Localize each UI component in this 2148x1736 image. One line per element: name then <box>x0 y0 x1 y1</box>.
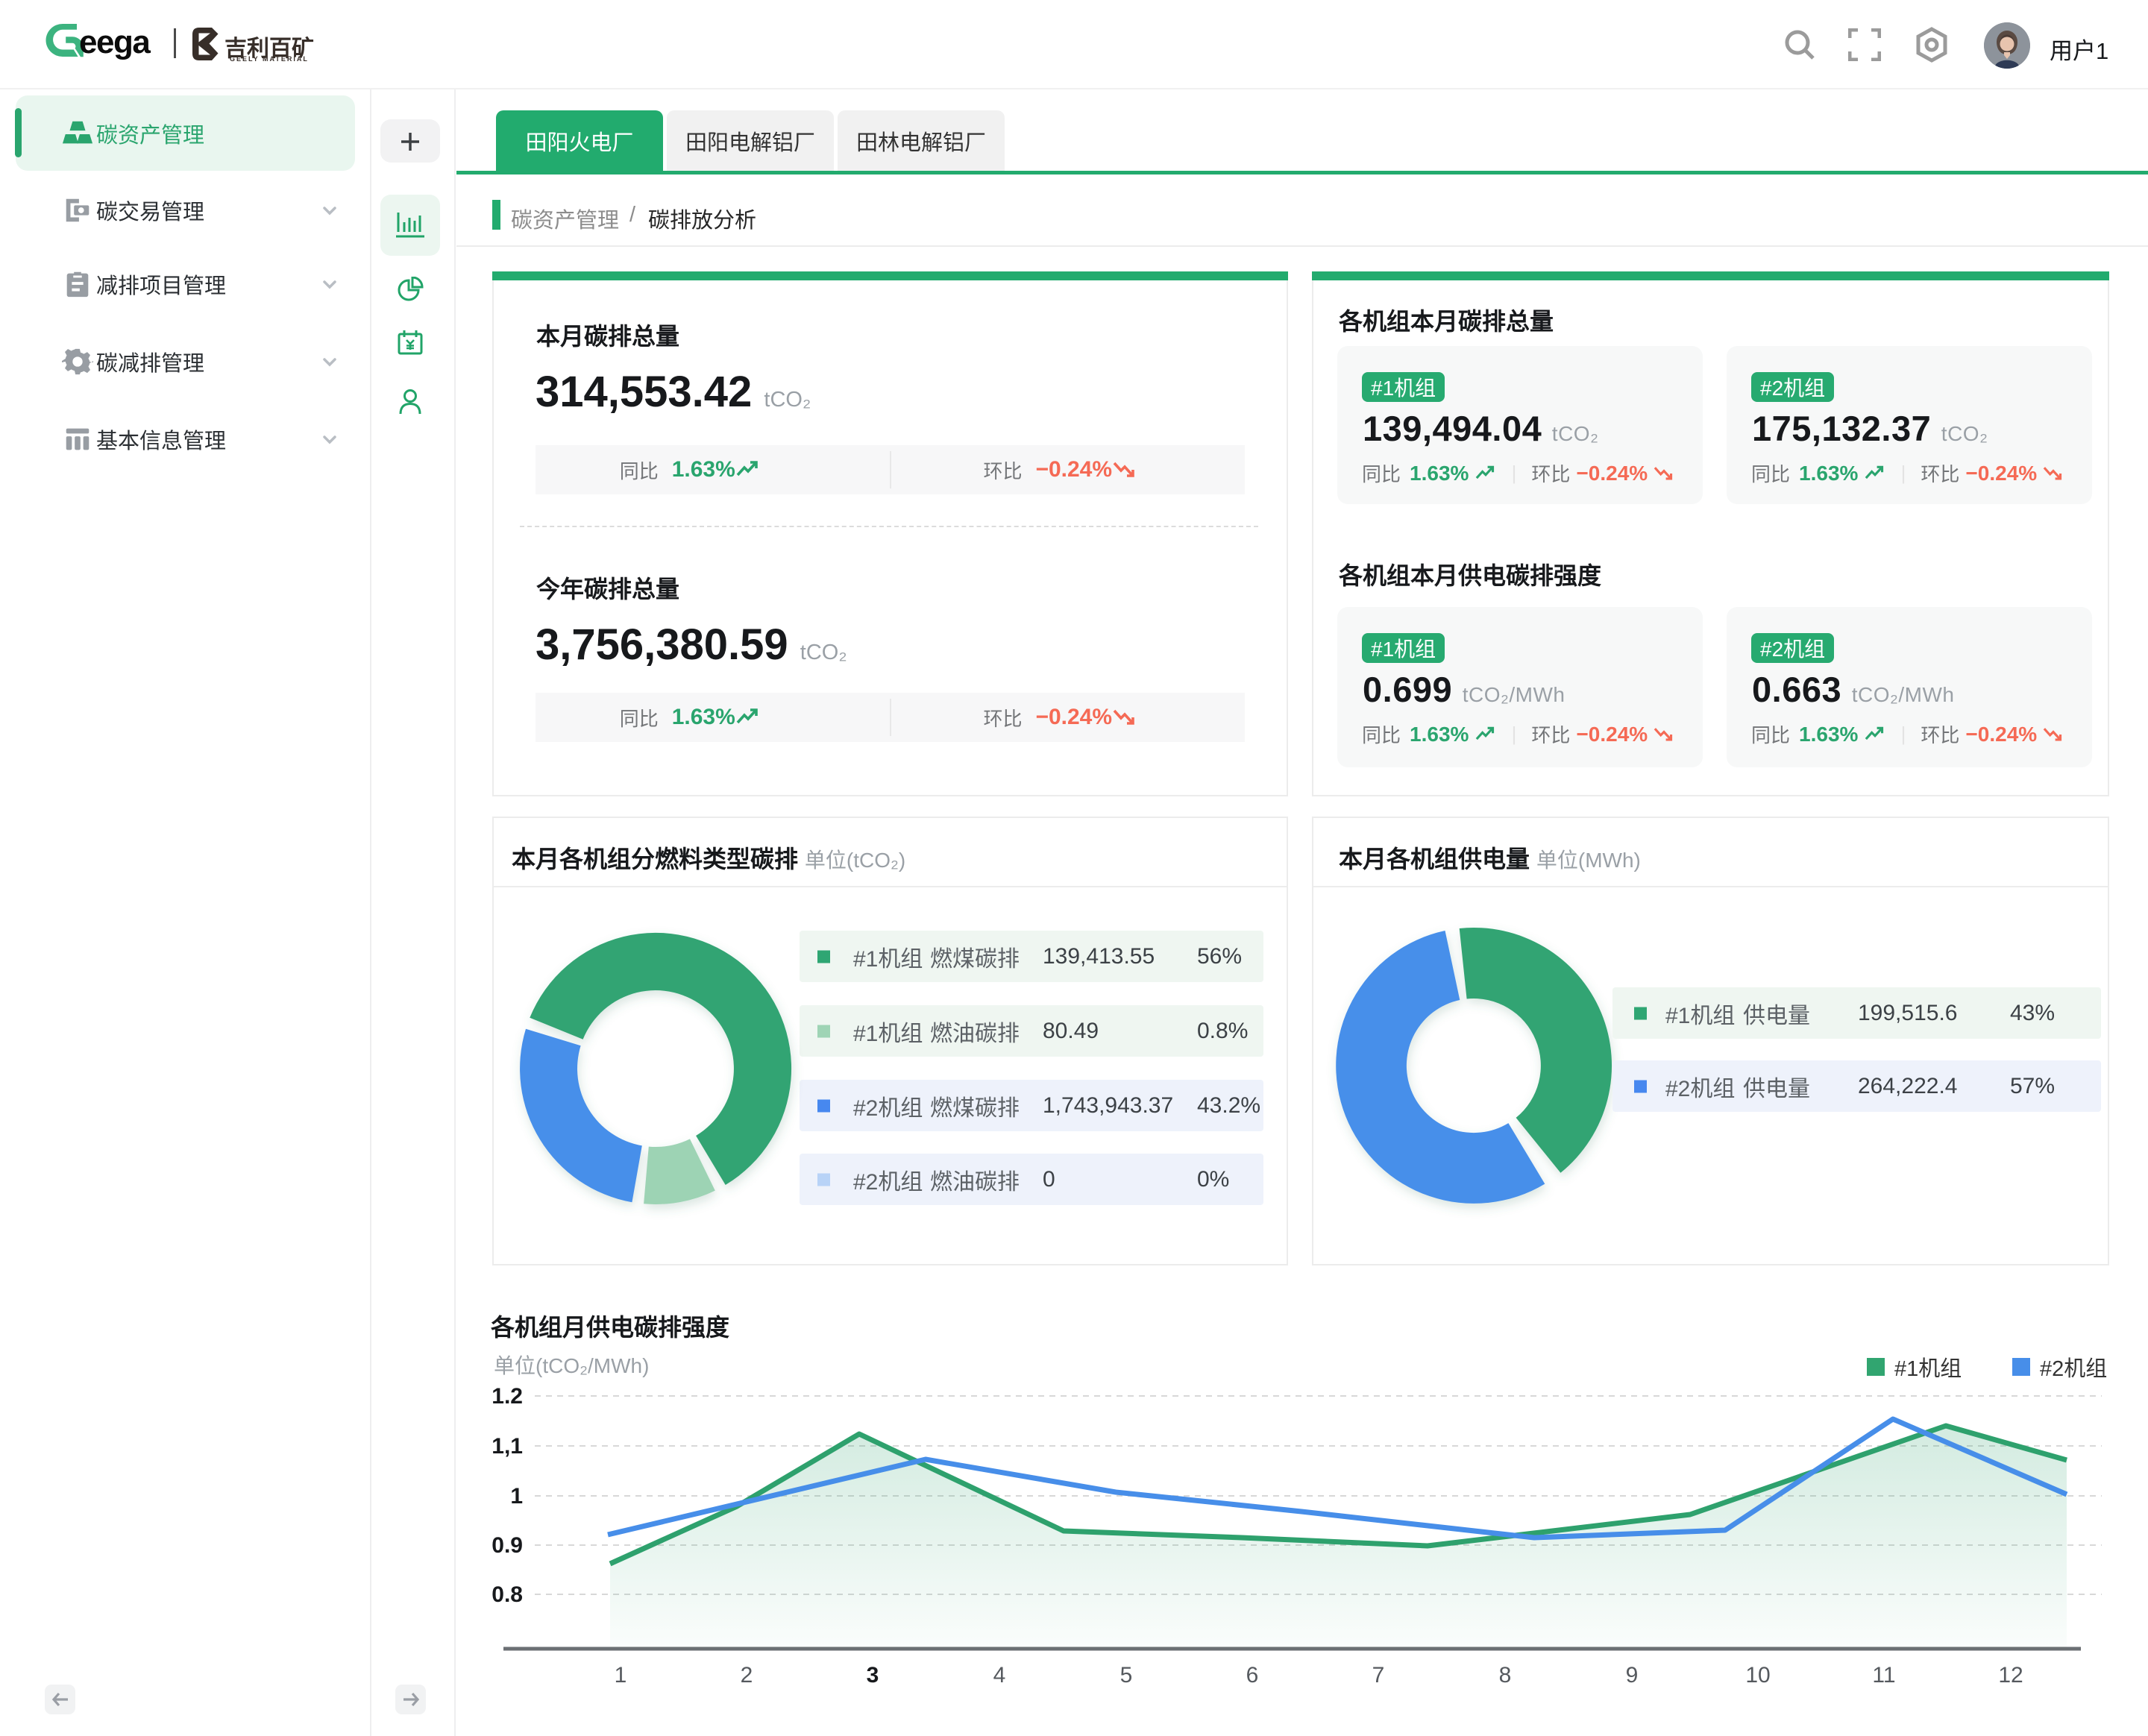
svg-text:12: 12 <box>1998 1663 2023 1688</box>
svg-text:3: 3 <box>867 1663 879 1688</box>
svg-text:0.8: 0.8 <box>492 1582 523 1607</box>
svg-text:0.9: 0.9 <box>492 1533 523 1558</box>
svg-text:11: 11 <box>1872 1663 1895 1688</box>
svg-text:#1机组: #1机组 <box>1894 1356 1962 1381</box>
svg-text:1: 1 <box>510 1484 523 1509</box>
svg-text:7: 7 <box>1372 1663 1385 1688</box>
svg-text:1: 1 <box>615 1663 627 1688</box>
svg-text:4: 4 <box>993 1663 1006 1688</box>
svg-text:#2机组: #2机组 <box>2040 1356 2107 1381</box>
svg-text:1,1: 1,1 <box>492 1434 523 1459</box>
svg-text:10: 10 <box>1745 1663 1770 1688</box>
svg-text:2: 2 <box>741 1663 753 1688</box>
svg-text:5: 5 <box>1120 1663 1133 1688</box>
svg-text:8: 8 <box>1499 1663 1512 1688</box>
svg-text:9: 9 <box>1626 1663 1639 1688</box>
svg-text:6: 6 <box>1246 1663 1259 1688</box>
svg-text:1.2: 1.2 <box>492 1384 523 1409</box>
